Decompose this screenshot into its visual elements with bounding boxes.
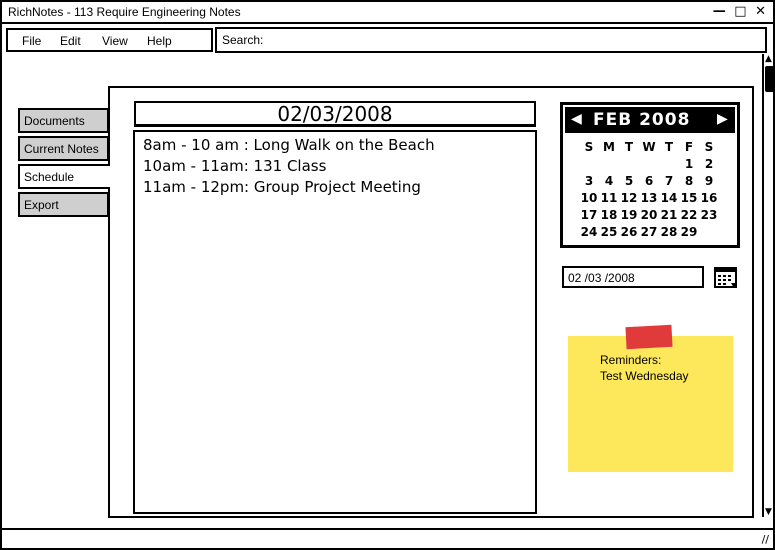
calendar-day[interactable]: 4 (599, 173, 619, 190)
calendar-day[interactable]: 20 (639, 207, 659, 224)
weekday-label: S (704, 140, 714, 154)
tab-export[interactable]: Export (18, 192, 109, 217)
calendar-day[interactable]: 16 (699, 190, 719, 207)
calendar-day[interactable] (579, 156, 599, 173)
weekday-label: M (603, 140, 615, 154)
calendar-week: 17 18 19 20 21 22 23 (579, 207, 727, 224)
calendar-day[interactable]: 24 (579, 224, 599, 241)
window-controls: — □ ✕ (711, 4, 767, 19)
calendar-day[interactable]: 18 (599, 207, 619, 224)
menu-edit[interactable]: Edit (60, 34, 81, 48)
calendar-day[interactable]: 7 (659, 173, 679, 190)
prev-month-icon[interactable]: ◀ (571, 111, 582, 127)
calendar-day[interactable]: 2 (699, 156, 719, 173)
close-icon[interactable]: ✕ (755, 4, 767, 19)
calendar-day[interactable]: 25 (599, 224, 619, 241)
minimize-icon[interactable]: — (713, 4, 727, 19)
calendar-day[interactable]: 26 (619, 224, 639, 241)
weekday-label: T (624, 140, 634, 154)
calendar-header: ◀ FEB 2008 ▶ (565, 107, 735, 133)
calendar-weekday-row: S M T W T F S (579, 139, 727, 156)
calendar-day[interactable]: 9 (699, 173, 719, 190)
calendar-day[interactable]: 23 (699, 207, 719, 224)
calendar-month-label: FEB 2008 (593, 110, 691, 130)
calendar-day[interactable] (619, 156, 639, 173)
calendar-day[interactable]: 27 (639, 224, 659, 241)
title-bar: RichNotes - 113 Require Engineering Note… (2, 2, 773, 24)
weekday-label: F (684, 140, 694, 154)
calendar-day[interactable] (599, 156, 619, 173)
scroll-thumb[interactable] (765, 66, 774, 92)
menu-bar: File Edit View Help (6, 28, 213, 52)
resize-grip-icon[interactable]: // (762, 533, 769, 546)
menu-view[interactable]: View (102, 34, 128, 48)
window-title: RichNotes - 113 Require Engineering Note… (8, 5, 241, 19)
calendar-day[interactable]: 29 (679, 224, 699, 241)
tab-documents[interactable]: Documents (18, 108, 109, 133)
weekday-label: W (642, 140, 656, 154)
calendar-day[interactable]: 19 (619, 207, 639, 224)
calendar-week: 3 4 5 6 7 8 9 (579, 173, 727, 190)
calendar-grid: S M T W T F S 1 2 3 4 5 6 7 8 9 10 11 12… (579, 139, 727, 241)
next-month-icon[interactable]: ▶ (717, 111, 728, 127)
calendar-day[interactable] (639, 156, 659, 173)
status-bar: // (2, 528, 773, 548)
search-input[interactable] (277, 31, 757, 49)
calendar-week: 24 25 26 27 28 29 (579, 224, 727, 241)
menu-file[interactable]: File (22, 34, 41, 48)
calendar-day[interactable]: 13 (639, 190, 659, 207)
calendar-day[interactable] (699, 224, 719, 241)
app-window: RichNotes - 113 Require Engineering Note… (0, 0, 775, 550)
reminder-text: Test Wednesday (600, 369, 689, 383)
calendar-day[interactable]: 6 (639, 173, 659, 190)
schedule-list[interactable]: 8am - 10 am : Long Walk on the Beach 10a… (133, 130, 537, 514)
calendar-day[interactable]: 8 (679, 173, 699, 190)
calendar-week: 10 11 12 13 14 15 16 (579, 190, 727, 207)
tab-schedule[interactable]: Schedule (18, 164, 110, 189)
maximize-icon[interactable]: □ (734, 4, 747, 19)
calendar-icon[interactable] (714, 266, 738, 290)
calendar-day[interactable] (659, 156, 679, 173)
calendar-day[interactable]: 5 (619, 173, 639, 190)
weekday-label: T (664, 140, 674, 154)
calendar-day[interactable]: 12 (619, 190, 639, 207)
calendar-day[interactable]: 3 (579, 173, 599, 190)
sticky-tape (625, 324, 673, 350)
calendar-day[interactable]: 22 (679, 207, 699, 224)
calendar-day[interactable]: 1 (679, 156, 699, 173)
calendar-day[interactable]: 10 (579, 190, 599, 207)
calendar-week: 1 2 (579, 156, 727, 173)
calendar-day[interactable]: 21 (659, 207, 679, 224)
reminder-sticky-note: Reminders: Test Wednesday (568, 324, 733, 472)
schedule-entry[interactable]: 10am - 11am: 131 Class (143, 156, 527, 177)
scroll-down-icon[interactable]: ▼ (765, 507, 772, 517)
schedule-entry[interactable]: 8am - 10 am : Long Walk on the Beach (143, 135, 527, 156)
calendar-day[interactable]: 14 (659, 190, 679, 207)
calendar-day[interactable]: 11 (599, 190, 619, 207)
tab-current-notes[interactable]: Current Notes (18, 136, 109, 161)
reminder-title: Reminders: (600, 353, 662, 367)
weekday-label: S (584, 140, 594, 154)
vertical-scrollbar[interactable]: ▲ ▼ (762, 54, 775, 517)
calendar-day[interactable]: 17 (579, 207, 599, 224)
calendar-widget: ◀ FEB 2008 ▶ S M T W T F S 1 2 3 4 5 6 7… (560, 102, 740, 248)
scroll-up-icon[interactable]: ▲ (765, 54, 772, 64)
calendar-day[interactable]: 15 (679, 190, 699, 207)
search-bar: Search: (215, 27, 767, 53)
search-label: Search: (222, 33, 264, 47)
schedule-date-header: 02/03/2008 (134, 101, 536, 127)
date-picker-field[interactable]: 02 /03 /2008 (562, 266, 704, 288)
menu-help[interactable]: Help (147, 34, 172, 48)
schedule-entry[interactable]: 11am - 12pm: Group Project Meeting (143, 177, 527, 198)
calendar-day[interactable]: 28 (659, 224, 679, 241)
